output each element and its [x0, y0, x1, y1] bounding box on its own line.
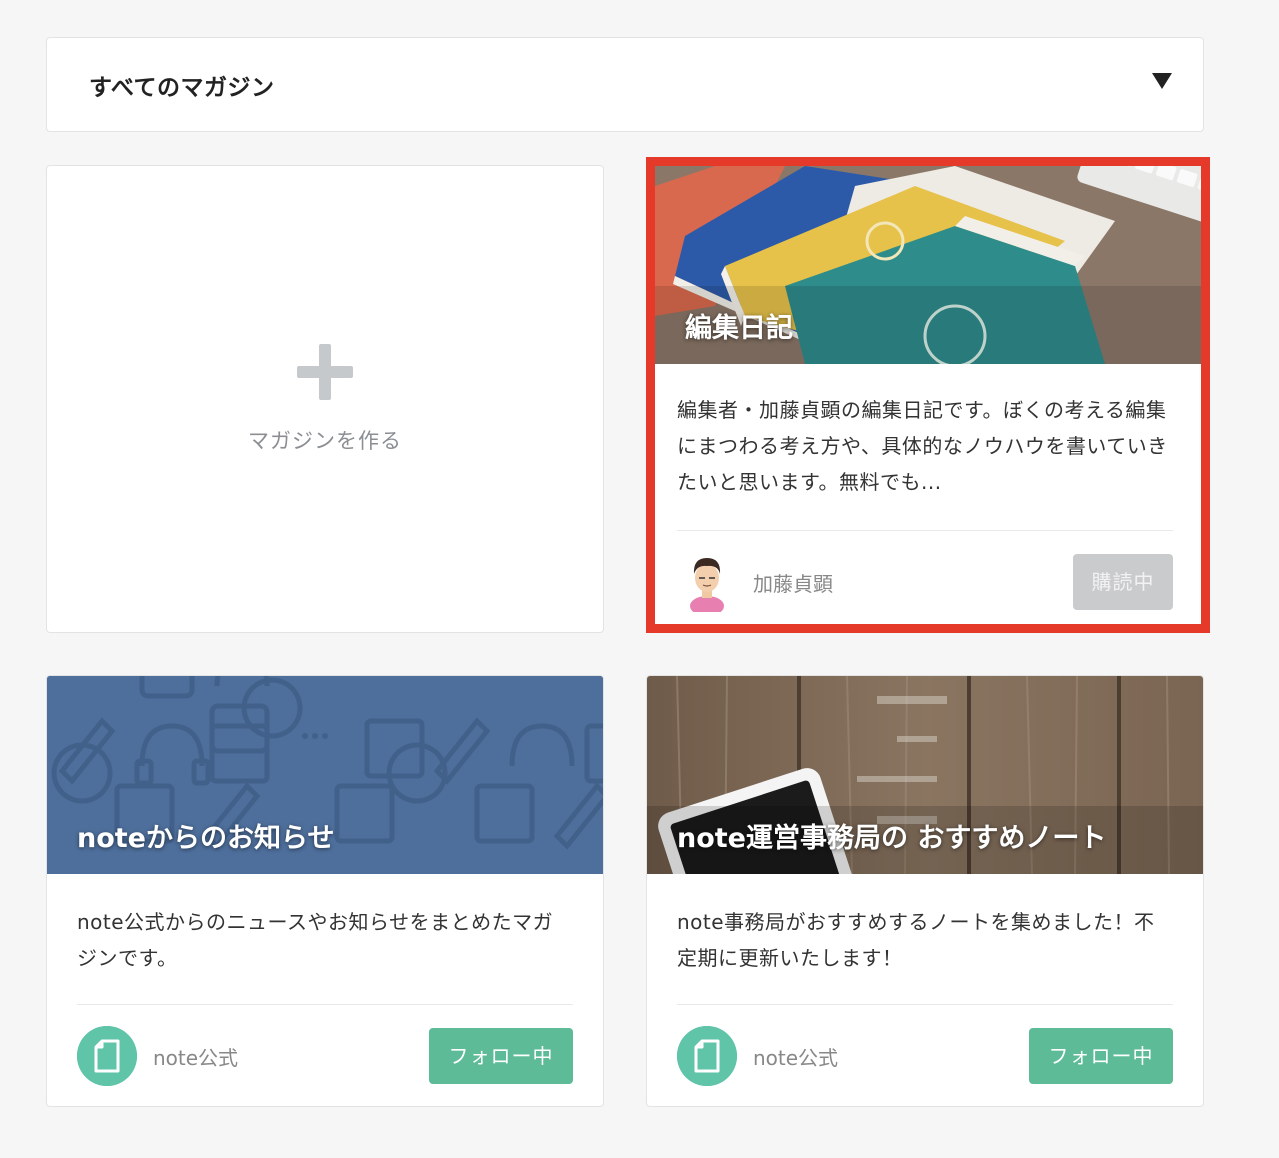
owner-name[interactable]: note公式 [153, 1042, 238, 1071]
card-divider [77, 1004, 573, 1005]
highlight-frame [646, 157, 1210, 633]
magazine-description: note公式からのニュースやお知らせをまとめたマガジンです。 [77, 910, 554, 970]
magazine-card-note-recommended[interactable]: note運営事務局の おすすめノート note事務局がおすすめするノートを集めま… [646, 675, 1204, 1107]
create-magazine-label: マガジンを作る [248, 429, 402, 453]
triangle-down-icon[interactable] [1152, 73, 1172, 89]
plus-icon-horizontal [297, 366, 353, 378]
magazine-card-note-news[interactable]: noteからのお知らせ note公式からのニュースやお知らせをまとめたマガジンで… [46, 675, 604, 1107]
magazine-filter-label: すべてのマガジン [89, 75, 275, 101]
following-button[interactable]: フォロー中 [429, 1028, 573, 1084]
magazine-cover-image[interactable]: noteからのお知らせ [47, 676, 603, 874]
magazine-filter-dropdown[interactable]: すべてのマガジン [46, 37, 1204, 132]
magazine-description: note事務局がおすすめするノートを集めました！不定期に更新いたします！ [677, 910, 1155, 970]
note-logo-avatar[interactable] [677, 1026, 737, 1086]
note-logo-avatar[interactable] [77, 1026, 137, 1086]
owner-name[interactable]: note公式 [753, 1042, 838, 1071]
magazine-title: note運営事務局の おすすめノート [677, 823, 1107, 854]
magazine-cover-image[interactable]: note運営事務局の おすすめノート [647, 676, 1203, 874]
following-button[interactable]: フォロー中 [1029, 1028, 1173, 1084]
magazine-title: noteからのお知らせ [77, 823, 335, 854]
card-divider [677, 1004, 1173, 1005]
